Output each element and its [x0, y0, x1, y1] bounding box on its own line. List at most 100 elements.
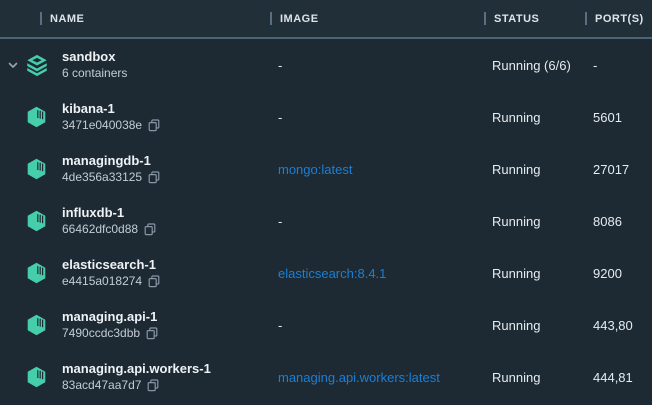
name-cell: elasticsearch-1 e4415a018274 — [0, 247, 270, 299]
container-icon — [26, 314, 47, 336]
status-cell: Running — [484, 214, 585, 229]
ports-cell: 443,80 — [585, 318, 652, 333]
container-subtext: e4415a018274 — [62, 274, 142, 289]
container-name: influxdb-1 — [62, 205, 156, 221]
sub-line: 83acd47aa7d7 — [62, 378, 211, 393]
layers-icon — [26, 54, 48, 77]
status-cell: Running (6/6) — [484, 58, 585, 73]
table-row[interactable]: managingdb-1 4de356a33125 mongo:latest R… — [0, 143, 652, 195]
name-cell: managingdb-1 4de356a33125 — [0, 143, 270, 195]
name-cell: influxdb-1 66462dfc0d88 — [0, 195, 270, 247]
container-name: kibana-1 — [62, 101, 160, 117]
table-row[interactable]: managing.api.workers-1 83acd47aa7d7 mana… — [0, 351, 652, 403]
table-row[interactable]: influxdb-1 66462dfc0d88 - Running 8086 — [0, 195, 652, 247]
name-cell: managing.api-1 7490ccdc3dbb — [0, 299, 270, 351]
name-cell: managing.api.workers-1 83acd47aa7d7 — [0, 351, 270, 403]
sub-line: 66462dfc0d88 — [62, 222, 156, 237]
name-text-block: managing.api.workers-1 83acd47aa7d7 — [62, 361, 211, 392]
ports-cell: 9200 — [585, 266, 652, 281]
copy-button[interactable] — [144, 223, 156, 236]
copy-icon — [148, 171, 160, 184]
copy-icon — [148, 119, 160, 132]
container-name: managing.api.workers-1 — [62, 361, 211, 377]
column-label: STATUS — [494, 13, 539, 25]
copy-button[interactable] — [148, 119, 160, 132]
container-icon — [26, 106, 47, 128]
table-row[interactable]: kibana-1 3471e040038e - Running 5601 — [0, 91, 652, 143]
name-text-block: managingdb-1 4de356a33125 — [62, 153, 160, 184]
copy-button[interactable] — [148, 275, 160, 288]
image-link[interactable]: elasticsearch:8.4.1 — [270, 266, 484, 281]
sub-line: 4de356a33125 — [62, 170, 160, 185]
column-label: PORT(S) — [595, 13, 644, 25]
container-icon — [26, 366, 47, 388]
container-name: sandbox — [62, 49, 127, 65]
copy-button[interactable] — [148, 171, 160, 184]
container-subtext: 7490ccdc3dbb — [62, 326, 140, 341]
ports-cell: - — [585, 58, 652, 73]
image-cell: - — [270, 110, 484, 125]
container-icon — [26, 262, 47, 284]
copy-icon — [147, 379, 159, 392]
expand-chevron-button[interactable] — [4, 59, 22, 71]
name-text-block: influxdb-1 66462dfc0d88 — [62, 205, 156, 236]
row-icon — [22, 366, 62, 388]
image-cell: - — [270, 318, 484, 333]
ports-cell: 5601 — [585, 110, 652, 125]
column-header-image: IMAGE — [270, 0, 484, 37]
column-separator — [585, 12, 587, 25]
status-cell: Running — [484, 318, 585, 333]
container-subtext: 66462dfc0d88 — [62, 222, 138, 237]
container-subtext: 83acd47aa7d7 — [62, 378, 141, 393]
name-text-block: elasticsearch-1 e4415a018274 — [62, 257, 160, 288]
name-text-block: managing.api-1 7490ccdc3dbb — [62, 309, 158, 340]
copy-button[interactable] — [147, 379, 159, 392]
ports-cell: 8086 — [585, 214, 652, 229]
container-name: managingdb-1 — [62, 153, 160, 169]
row-icon — [22, 210, 62, 232]
chevron-down-icon — [7, 59, 19, 71]
column-header-name: NAME — [0, 0, 270, 37]
sub-line: 3471e040038e — [62, 118, 160, 133]
ports-cell: 444,81 — [585, 370, 652, 385]
container-name: managing.api-1 — [62, 309, 158, 325]
status-cell: Running — [484, 110, 585, 125]
column-separator — [270, 12, 272, 25]
row-icon — [22, 158, 62, 180]
table-row[interactable]: elasticsearch-1 e4415a018274 elasticsear… — [0, 247, 652, 299]
container-icon — [26, 158, 47, 180]
status-cell: Running — [484, 266, 585, 281]
name-cell: sandbox 6 containers — [0, 39, 270, 91]
sub-line: 6 containers — [62, 66, 127, 81]
table-row[interactable]: sandbox 6 containers - Running (6/6) - — [0, 39, 652, 91]
table-row[interactable]: managing.api-1 7490ccdc3dbb - Running 44… — [0, 299, 652, 351]
row-icon — [22, 262, 62, 284]
sub-line: e4415a018274 — [62, 274, 160, 289]
column-separator — [40, 12, 42, 25]
column-separator — [484, 12, 486, 25]
sub-line: 7490ccdc3dbb — [62, 326, 158, 341]
copy-button[interactable] — [146, 327, 158, 340]
name-text-block: kibana-1 3471e040038e — [62, 101, 160, 132]
row-icon — [22, 106, 62, 128]
copy-icon — [146, 327, 158, 340]
container-name: elasticsearch-1 — [62, 257, 160, 273]
row-icon — [22, 54, 62, 77]
column-header-ports: PORT(S) — [585, 0, 652, 37]
column-header-status: STATUS — [484, 0, 585, 37]
container-table-body: sandbox 6 containers - Running (6/6) - — [0, 39, 652, 405]
image-cell: - — [270, 58, 484, 73]
column-label: IMAGE — [280, 13, 319, 25]
status-cell: Running — [484, 370, 585, 385]
table-header: NAME IMAGE STATUS PORT(S) — [0, 0, 652, 39]
image-link[interactable]: mongo:latest — [270, 162, 484, 177]
copy-icon — [144, 223, 156, 236]
containers-table: NAME IMAGE STATUS PORT(S) — [0, 0, 652, 405]
name-cell: kibana-1 3471e040038e — [0, 91, 270, 143]
container-subtext: 3471e040038e — [62, 118, 142, 133]
image-link[interactable]: managing.api.workers:latest — [270, 370, 484, 385]
copy-icon — [148, 275, 160, 288]
name-text-block: sandbox 6 containers — [62, 49, 127, 80]
ports-cell: 27017 — [585, 162, 652, 177]
container-subtext: 6 containers — [62, 66, 127, 81]
